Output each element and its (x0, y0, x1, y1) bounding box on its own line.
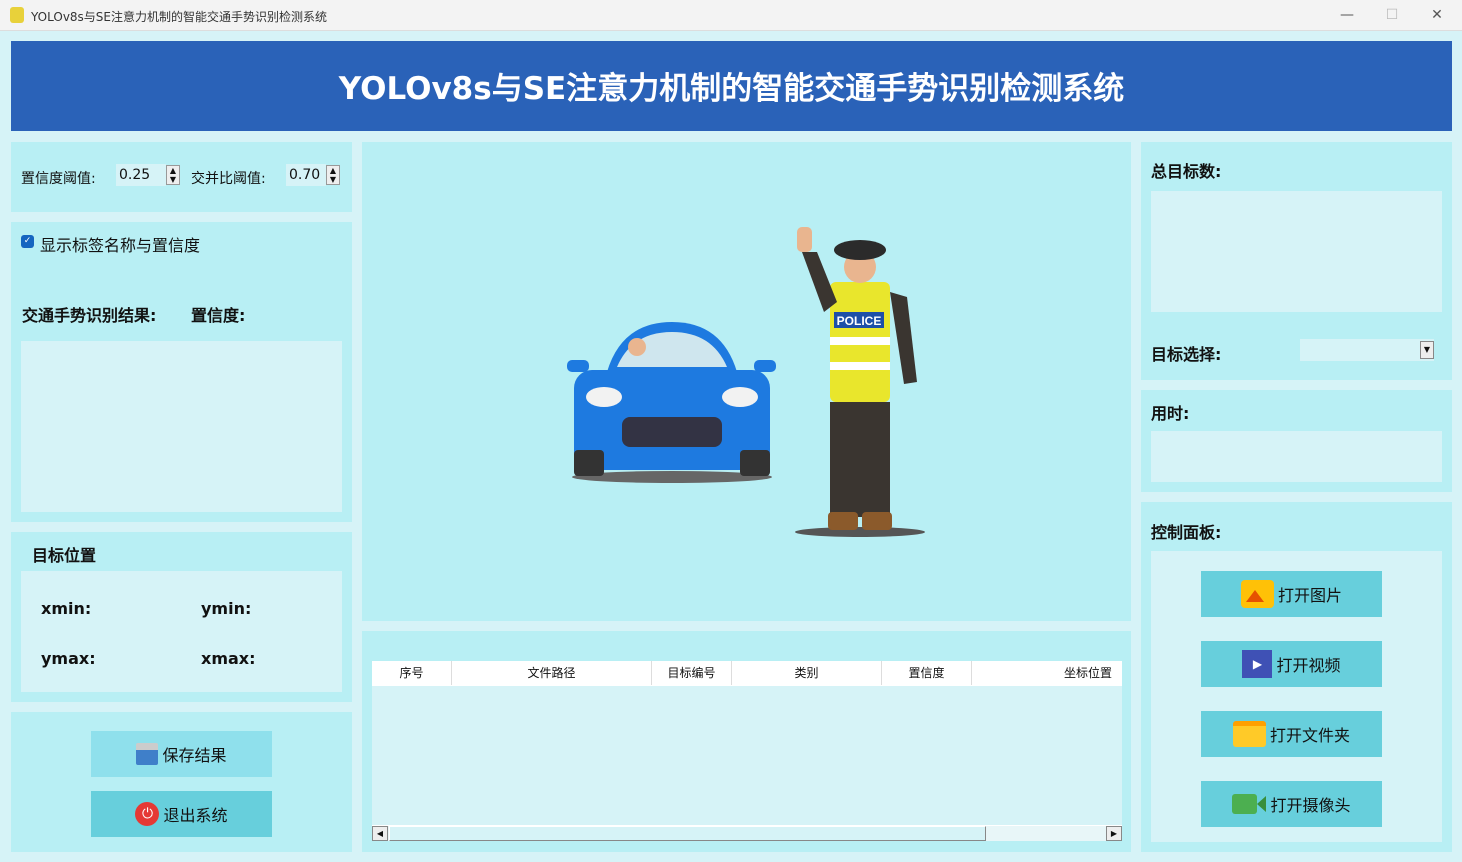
show-label-text: 显示标签名称与置信度 (40, 236, 201, 255)
scroll-right-button[interactable]: ▶ (1106, 826, 1122, 841)
horizontal-scrollbar[interactable]: ◀ ▶ (372, 825, 1122, 841)
target-summary-panel: 总目标数: 目标选择: ▼ (1141, 142, 1452, 380)
target-select-dropdown[interactable]: ▼ (1300, 339, 1434, 361)
open-image-button[interactable]: 打开图片 (1201, 571, 1382, 617)
exit-label: 退出系统 (163, 806, 228, 825)
scroll-left-button[interactable]: ◀ (372, 826, 388, 841)
table-header: 序号 文件路径 目标编号 类别 置信度 坐标位置 (372, 661, 1122, 686)
save-label: 保存结果 (162, 746, 227, 765)
result-display (21, 341, 342, 512)
police-officer-illustration: POLICE (795, 227, 925, 537)
control-panel-label: 控制面板: (1151, 523, 1222, 542)
time-panel: 用时: (1141, 390, 1452, 492)
folder-icon (1232, 721, 1266, 747)
result-panel: ✓ 显示标签名称与置信度 交通手势识别结果: 置信度: (11, 222, 352, 522)
open-video-label: 打开视频 (1276, 656, 1341, 675)
save-button[interactable]: 保存结果 (91, 731, 272, 777)
window-title: YOLOv8s与SE注意力机制的智能交通手势识别检测系统 (31, 10, 328, 24)
app-header: YOLOv8s与SE注意力机制的智能交通手势识别检测系统 (11, 41, 1452, 131)
iou-input[interactable]: 0.70 (286, 164, 326, 186)
open-video-button[interactable]: ▶ 打开视频 (1201, 641, 1382, 687)
video-icon: ▶ (1242, 650, 1273, 678)
position-panel: 目标位置 xmin: ymin: ymax: xmax: (11, 532, 352, 702)
app-icon (10, 7, 24, 23)
exit-button[interactable]: ⏻ 退出系统 (91, 791, 272, 837)
time-display (1151, 431, 1442, 482)
col-file-path[interactable]: 文件路径 (452, 661, 652, 685)
confidence-label: 置信度: (191, 306, 246, 325)
open-camera-label: 打开摄像头 (1270, 796, 1351, 815)
open-camera-button[interactable]: 打开摄像头 (1201, 781, 1382, 827)
minimize-button[interactable]: — (1327, 4, 1367, 26)
open-image-label: 打开图片 (1277, 586, 1342, 605)
scrollbar-thumb[interactable] (389, 826, 986, 841)
image-icon (1240, 580, 1274, 608)
position-title: 目标位置 (32, 546, 97, 565)
total-targets-display (1151, 191, 1442, 312)
control-box: 打开图片 ▶ 打开视频 打开文件夹 打开摄像头 (1151, 551, 1442, 842)
title-bar: YOLOv8s与SE注意力机制的智能交通手势识别检测系统 — ☐ ✕ (0, 0, 1462, 31)
maximize-button[interactable]: ☐ (1372, 4, 1412, 26)
chevron-down-icon[interactable]: ▼ (1420, 341, 1434, 359)
image-display: POLICE (362, 142, 1131, 621)
action-panel: 保存结果 ⏻ 退出系统 (11, 712, 352, 852)
target-select-label: 目标选择: (1151, 345, 1222, 364)
police-badge-text: POLICE (837, 314, 882, 328)
ymax-label: ymax: (41, 649, 96, 668)
ymin-label: ymin: (201, 599, 252, 618)
show-label-checkbox[interactable]: ✓ (21, 235, 34, 248)
threshold-panel: 置信度阈值: 0.25 ▲ ▼ 交并比阈值: 0.70 ▲ ▼ (11, 142, 352, 212)
col-confidence[interactable]: 置信度 (882, 661, 972, 685)
iou-label: 交并比阈值: (191, 171, 266, 187)
time-label: 用时: (1151, 404, 1190, 423)
results-table[interactable]: 序号 文件路径 目标编号 类别 置信度 坐标位置 ◀ ▶ (372, 661, 1122, 841)
traffic-police-illustration: POLICE (567, 227, 925, 537)
col-coordinates[interactable]: 坐标位置 (972, 661, 1122, 685)
control-panel: 控制面板: 打开图片 ▶ 打开视频 打开文件夹 打开摄像头 (1141, 502, 1452, 852)
col-target-id[interactable]: 目标编号 (652, 661, 732, 685)
save-icon (136, 743, 159, 765)
conf-label: 置信度阈值: (21, 171, 96, 187)
car-illustration (567, 322, 776, 483)
open-folder-button[interactable]: 打开文件夹 (1201, 711, 1382, 757)
conf-spinner[interactable]: ▲ ▼ (166, 165, 180, 185)
results-table-panel: 序号 文件路径 目标编号 类别 置信度 坐标位置 ◀ ▶ (362, 631, 1131, 852)
position-box: xmin: ymin: ymax: xmax: (21, 571, 342, 692)
total-targets-label: 总目标数: (1151, 162, 1222, 181)
col-index[interactable]: 序号 (372, 661, 452, 685)
col-class[interactable]: 类别 (732, 661, 882, 685)
open-folder-label: 打开文件夹 (1269, 726, 1350, 745)
camera-icon (1232, 794, 1267, 814)
conf-input[interactable]: 0.25 (116, 164, 166, 186)
gesture-result-label: 交通手势识别结果: (22, 306, 157, 325)
power-icon: ⏻ (135, 802, 160, 826)
iou-spinner[interactable]: ▲ ▼ (326, 165, 340, 185)
xmin-label: xmin: (41, 599, 92, 618)
close-button[interactable]: ✕ (1417, 4, 1457, 26)
xmax-label: xmax: (201, 649, 256, 668)
